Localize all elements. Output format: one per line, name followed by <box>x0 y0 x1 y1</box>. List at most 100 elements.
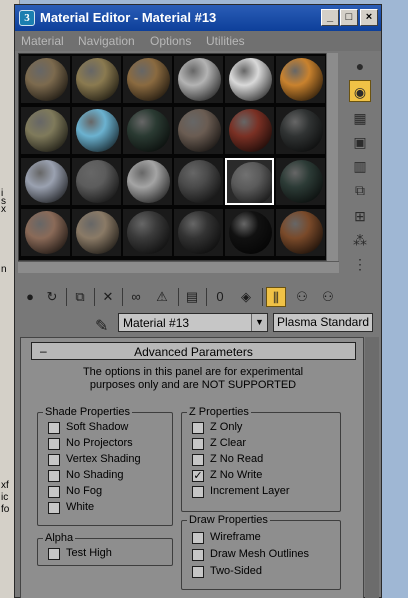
checkbox-box[interactable] <box>192 566 204 578</box>
chevron-down-icon[interactable]: ▼ <box>251 314 267 331</box>
sample-slot[interactable] <box>72 56 121 103</box>
checkbox-box[interactable]: ✓ <box>192 470 204 482</box>
material-map-navigator-icon[interactable]: ⋮ <box>349 253 371 275</box>
material-sphere <box>127 160 170 203</box>
checkbox-box[interactable] <box>48 470 60 482</box>
checkbox-label: White <box>66 501 95 513</box>
sample-slot[interactable] <box>21 209 70 256</box>
assign-to-selection-icon[interactable]: ⧉ <box>70 287 90 307</box>
sample-slot[interactable] <box>123 56 172 103</box>
sample-slot[interactable] <box>225 209 274 256</box>
slot-grid-horizontal-scrollbar[interactable] <box>18 261 339 273</box>
material-sphere <box>25 160 68 203</box>
minimize-button[interactable]: _ <box>321 9 339 26</box>
show-map-in-viewport-icon[interactable]: ◈ <box>236 287 256 307</box>
put-to-scene-icon[interactable]: ↻ <box>42 287 62 307</box>
sample-slot[interactable] <box>21 56 70 103</box>
sample-slot[interactable] <box>225 56 274 103</box>
material-sphere <box>280 109 323 152</box>
checkbox-box[interactable] <box>192 549 204 561</box>
sample-slot[interactable] <box>174 158 223 205</box>
alpha-group: Alpha Test High <box>37 532 173 566</box>
eyedropper-icon[interactable]: ✎ <box>95 316 108 336</box>
checkbox-box[interactable] <box>48 548 60 560</box>
toolbar-separator <box>66 288 67 306</box>
menu-navigation[interactable]: Navigation <box>78 34 135 48</box>
sample-slot[interactable] <box>276 56 325 103</box>
sample-slot[interactable] <box>225 107 274 154</box>
checkbox-label: No Shading <box>66 469 124 481</box>
material-sphere <box>280 211 323 254</box>
sample-slot[interactable] <box>72 107 121 154</box>
checkbox-label: Vertex Shading <box>66 453 141 465</box>
sample-slot[interactable] <box>276 107 325 154</box>
sample-uv-tiling-icon[interactable]: ▣ <box>349 131 371 153</box>
material-editor-window: 3 Material Editor - Material #13 _ □ × M… <box>14 4 382 598</box>
video-color-check-icon[interactable]: ▥ <box>349 155 371 177</box>
backlight-icon[interactable]: ◉ <box>349 80 371 102</box>
material-name-value: Material #13 <box>123 316 190 330</box>
checkbox-label: Increment Layer <box>210 485 290 497</box>
sample-slot[interactable] <box>276 158 325 205</box>
material-sphere <box>178 160 221 203</box>
close-button[interactable]: × <box>360 9 378 26</box>
panel-vertical-scrollbar[interactable] <box>365 337 379 598</box>
shade-properties-title: Shade Properties <box>43 406 132 418</box>
advanced-parameters-panel: – Advanced Parameters The options in thi… <box>20 337 364 598</box>
menu-options[interactable]: Options <box>150 34 191 48</box>
sample-slot[interactable] <box>123 107 172 154</box>
checkbox-label: Z No Write <box>210 469 263 481</box>
sample-slot[interactable] <box>225 158 274 205</box>
go-forward-to-sibling-icon[interactable]: ⚇ <box>318 287 338 307</box>
note-line-2: purposes only and are NOT SUPPORTED <box>89 379 297 391</box>
checkbox-box[interactable] <box>192 422 204 434</box>
menu-utilities[interactable]: Utilities <box>206 34 245 48</box>
sample-slot[interactable] <box>21 158 70 205</box>
checkbox-box[interactable] <box>192 486 204 498</box>
material-type-button[interactable]: Plasma Standard <box>273 313 373 332</box>
get-material-icon[interactable]: ● <box>20 287 40 307</box>
title-bar[interactable]: 3 Material Editor - Material #13 _ □ × <box>15 5 381 31</box>
reset-map-icon[interactable]: ✕ <box>98 287 118 307</box>
sample-slot[interactable] <box>174 209 223 256</box>
alpha-title: Alpha <box>43 532 76 544</box>
material-name-dropdown[interactable]: Material #13 ▼ <box>118 313 268 332</box>
checkbox-label: No Projectors <box>66 437 133 449</box>
select-by-material-icon[interactable]: ⁂ <box>349 229 371 251</box>
bg-text-6: fo <box>1 504 10 515</box>
checkbox-label: Wireframe <box>210 531 261 543</box>
sample-type-sphere-icon[interactable]: ● <box>349 55 371 77</box>
sample-slot[interactable] <box>72 209 121 256</box>
options-icon[interactable]: ⊞ <box>349 205 371 227</box>
sample-slot[interactable] <box>276 209 325 256</box>
maximize-button[interactable]: □ <box>340 9 358 26</box>
make-unique-icon[interactable]: ∞ <box>126 287 146 307</box>
checkbox-box[interactable] <box>192 532 204 544</box>
slot-grid-vertical-scrollbar[interactable] <box>326 53 338 261</box>
advanced-parameters-rollout[interactable]: – Advanced Parameters <box>31 342 356 360</box>
show-end-result-icon[interactable]: ⫼ <box>266 287 286 307</box>
checkbox-box[interactable] <box>192 454 204 466</box>
sample-slot[interactable] <box>123 209 172 256</box>
background-checker-icon[interactable]: ▦ <box>349 107 371 129</box>
menu-material[interactable]: Material <box>21 34 64 48</box>
sample-slot[interactable] <box>72 158 121 205</box>
window-title: Material Editor - Material #13 <box>40 10 217 25</box>
sample-slot[interactable] <box>174 107 223 154</box>
go-to-parent-icon[interactable]: ⚇ <box>292 287 312 307</box>
checkbox-box[interactable] <box>48 486 60 498</box>
sample-slot[interactable] <box>123 158 172 205</box>
make-preview-icon[interactable]: ⧉ <box>349 179 371 201</box>
sample-slot[interactable] <box>21 107 70 154</box>
sample-slot[interactable] <box>174 56 223 103</box>
checkbox-box[interactable] <box>48 454 60 466</box>
material-effects-channel-icon[interactable]: ▤ <box>182 287 202 307</box>
checkbox-box[interactable] <box>48 438 60 450</box>
checkbox-box[interactable] <box>48 502 60 514</box>
put-to-library-icon[interactable]: ⚠ <box>152 287 172 307</box>
checkbox-box[interactable] <box>192 438 204 450</box>
material-sphere <box>178 58 221 101</box>
effects-channel-zero-icon[interactable]: 0 <box>210 287 230 307</box>
checkbox-box[interactable] <box>48 422 60 434</box>
side-toolbar: ● ◉ ▦ ▣ ▥ ⧉ ⊞ ⁂ ⋮ <box>345 55 375 285</box>
